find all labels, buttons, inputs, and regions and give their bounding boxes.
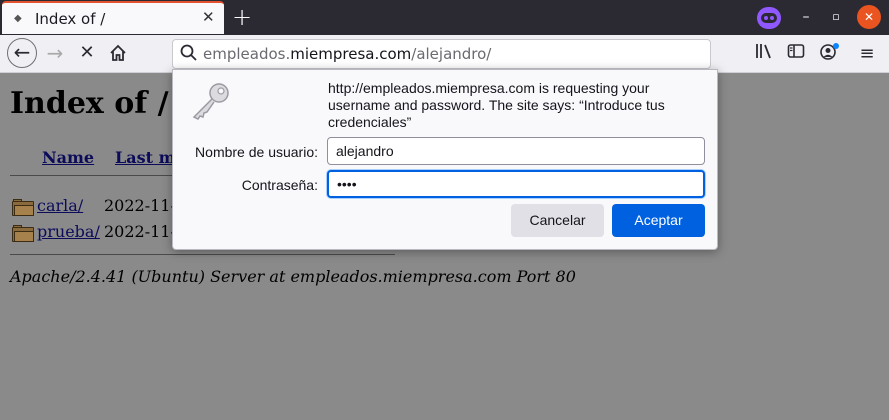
key-icon bbox=[192, 83, 229, 120]
divider bbox=[10, 254, 395, 255]
tab-close-icon[interactable]: ✕ bbox=[202, 8, 215, 26]
auth-message: http://empleados.miempresa.com is reques… bbox=[328, 80, 665, 130]
browser-tab[interactable]: ◆ Index of / ✕ bbox=[2, 1, 224, 34]
search-icon bbox=[180, 44, 197, 61]
sidebar-icon[interactable] bbox=[785, 43, 807, 65]
server-signature: Apache/2.4.41 (Ubuntu) Server at emplead… bbox=[10, 267, 576, 286]
directory-link[interactable]: carla/ bbox=[37, 196, 83, 215]
password-field[interactable]: •••• bbox=[327, 170, 705, 198]
home-icon bbox=[110, 44, 126, 61]
minimize-button[interactable]: – bbox=[794, 5, 818, 29]
notification-dot bbox=[833, 43, 839, 49]
new-tab-button[interactable]: + bbox=[232, 3, 252, 31]
page-heading: Index of / bbox=[10, 86, 169, 121]
cancel-button[interactable]: Cancelar bbox=[511, 204, 604, 237]
url-text: empleados.miempresa.com/alejandro/ bbox=[203, 45, 492, 63]
folder-icon bbox=[12, 225, 34, 242]
back-button[interactable]: ← bbox=[7, 38, 37, 68]
directory-link[interactable]: prueba/ bbox=[37, 222, 100, 241]
password-label: Contraseña: bbox=[241, 177, 318, 193]
loading-dot-icon: ◆ bbox=[14, 13, 22, 24]
stop-button[interactable]: ✕ bbox=[72, 38, 102, 68]
navigation-toolbar: ← → ✕ empleados.miempresa.com/alejandro/… bbox=[0, 35, 889, 73]
column-name-link[interactable]: Name bbox=[42, 148, 94, 167]
forward-button[interactable]: → bbox=[40, 38, 70, 68]
tab-title: Index of / bbox=[35, 10, 106, 28]
username-label: Nombre de usuario: bbox=[195, 144, 318, 160]
menu-icon[interactable]: ≡ bbox=[856, 43, 878, 65]
column-last-modified-link[interactable]: Last m bbox=[115, 148, 176, 167]
private-browsing-icon bbox=[757, 7, 781, 29]
library-icon[interactable] bbox=[753, 43, 775, 65]
window-close-button[interactable]: ✕ bbox=[857, 5, 881, 29]
maximize-button[interactable]: ▫ bbox=[824, 5, 848, 29]
folder-icon bbox=[12, 199, 34, 216]
tab-strip: ◆ Index of / ✕ + – ▫ ✕ bbox=[0, 0, 889, 35]
home-button[interactable] bbox=[103, 38, 133, 68]
auth-dialog: http://empleados.miempresa.com is reques… bbox=[172, 69, 718, 250]
accept-button[interactable]: Aceptar bbox=[612, 204, 705, 237]
modified-date: 2022-11- bbox=[104, 196, 176, 215]
modified-date: 2022-11- bbox=[104, 222, 176, 241]
username-field[interactable]: alejandro bbox=[327, 137, 705, 165]
address-bar[interactable]: empleados.miempresa.com/alejandro/ bbox=[172, 39, 711, 69]
